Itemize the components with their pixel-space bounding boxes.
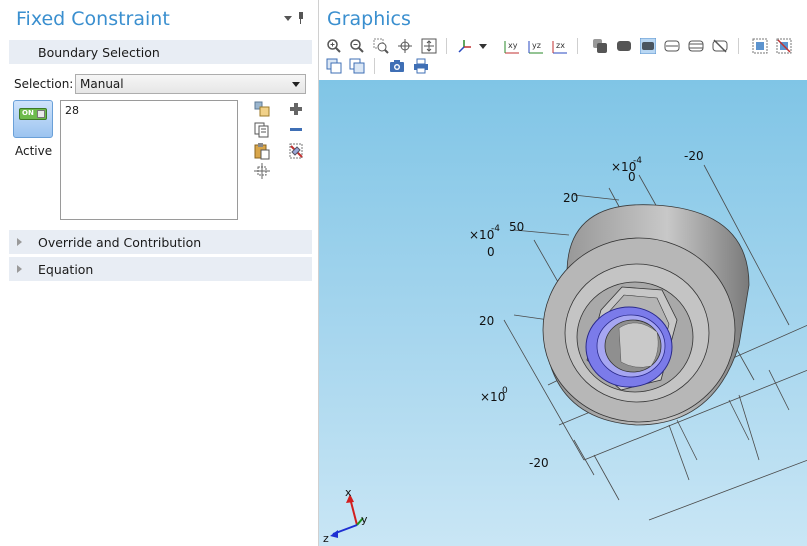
selection-list[interactable]: 28 — [60, 100, 238, 220]
toggle-switch-icon: ON — [19, 108, 47, 120]
toolbar-separator — [577, 38, 578, 54]
zoom-in-icon[interactable] — [326, 38, 342, 54]
axis-tick-label: 0 — [487, 245, 495, 259]
axes-orientation-icon[interactable] — [457, 38, 473, 54]
section-equation[interactable]: Equation — [9, 257, 312, 281]
surface-render-icon[interactable] — [640, 38, 656, 54]
svg-text:xy: xy — [508, 41, 518, 50]
reset-hiding-icon[interactable] — [326, 58, 342, 74]
pin-icon[interactable] — [297, 12, 305, 24]
clear-selection-icon[interactable] — [287, 142, 305, 160]
section-label: Equation — [38, 262, 94, 277]
svg-text:zx: zx — [556, 41, 565, 50]
add-to-selection-icon[interactable] — [287, 100, 305, 118]
select-all-icon[interactable] — [752, 38, 768, 54]
triad-y-label: y — [361, 513, 368, 526]
axis-scale-exponent: 0 — [502, 386, 508, 396]
list-item[interactable]: 28 — [65, 104, 233, 117]
zoom-box-icon[interactable] — [373, 38, 389, 54]
view-xy-icon[interactable]: xy — [504, 38, 520, 54]
axis-tick-label: 20 — [479, 314, 494, 328]
zoom-selected-icon[interactable] — [397, 38, 413, 54]
axis-tick-label: 0 — [628, 170, 636, 184]
axis-scale-exponent: -4 — [633, 156, 642, 166]
clipboard-icon[interactable] — [253, 142, 271, 160]
paste-selection-icon[interactable] — [253, 100, 271, 118]
remove-from-selection-icon[interactable] — [287, 121, 305, 139]
image-snapshot-icon[interactable] — [389, 58, 405, 74]
chevron-down-icon[interactable] — [479, 44, 487, 49]
svg-text:yz: yz — [532, 41, 541, 50]
active-label: Active — [15, 144, 53, 158]
app-window: Fixed Constraint Boundary Selection Sele… — [0, 0, 807, 546]
section-label: Boundary Selection — [38, 45, 160, 60]
graphics-panel: Graphics xy yz zx ×10 -4 0 -20 20 ×10 -4… — [318, 0, 807, 546]
expand-arrow-icon — [17, 238, 22, 246]
graphics-canvas[interactable]: ×10 -4 0 -20 20 ×10 -4 50 0 20 ×10 0 -20 — [319, 80, 807, 546]
toolbar-separator — [446, 38, 447, 54]
transparency-icon[interactable] — [592, 38, 608, 54]
section-boundary-selection[interactable]: Boundary Selection — [9, 40, 312, 64]
axis-tick-label: -20 — [684, 149, 704, 163]
geometry-model[interactable] — [542, 204, 750, 426]
copy-selection-icon[interactable] — [253, 121, 271, 139]
toggle-on-text: ON — [22, 109, 34, 117]
zoom-extents-icon[interactable] — [421, 38, 437, 54]
toggle-knob — [37, 110, 45, 118]
zoom-out-icon[interactable] — [349, 38, 365, 54]
expand-arrow-icon — [17, 265, 22, 273]
hide-icon[interactable] — [712, 38, 728, 54]
print-icon[interactable] — [413, 58, 429, 74]
clear-selection-icon[interactable] — [776, 38, 792, 54]
axis-scale-exponent: -4 — [491, 224, 500, 234]
chevron-down-icon — [292, 82, 300, 87]
selection-dropdown-value: Manual — [80, 77, 124, 91]
axis-tick-label: 50 — [509, 220, 524, 234]
view-yz-icon[interactable]: yz — [528, 38, 544, 54]
triad-x-label: x — [345, 486, 352, 499]
axis-tick-label: -20 — [529, 456, 549, 470]
wireframe-icon[interactable] — [616, 38, 632, 54]
axis-tick-label: 20 — [563, 191, 578, 205]
settings-panel: Fixed Constraint Boundary Selection Sele… — [0, 0, 314, 546]
graphics-toolbar: xy yz zx — [319, 34, 807, 80]
selection-dropdown[interactable]: Manual — [75, 74, 306, 94]
settings-title: Fixed Constraint — [16, 8, 170, 30]
scene-light-icon[interactable] — [664, 38, 680, 54]
axis-triad: x y z — [323, 486, 368, 545]
active-toggle-button[interactable]: ON — [13, 100, 53, 138]
section-override-and-contribution[interactable]: Override and Contribution — [9, 230, 312, 254]
graphics-title: Graphics — [327, 8, 411, 30]
panel-menu-chevron-down-icon[interactable] — [284, 16, 292, 21]
triad-z-label: z — [323, 532, 329, 545]
grid-icon[interactable] — [688, 38, 704, 54]
view-settings-icon[interactable] — [349, 58, 365, 74]
toolbar-separator — [374, 58, 375, 74]
view-zx-icon[interactable]: zx — [552, 38, 568, 54]
section-label: Override and Contribution — [38, 235, 202, 250]
toolbar-separator — [738, 38, 739, 54]
zoom-to-selection-icon[interactable] — [253, 162, 271, 180]
3d-scene: ×10 -4 0 -20 20 ×10 -4 50 0 20 ×10 0 -20 — [323, 149, 807, 545]
selection-label: Selection: — [14, 77, 74, 91]
